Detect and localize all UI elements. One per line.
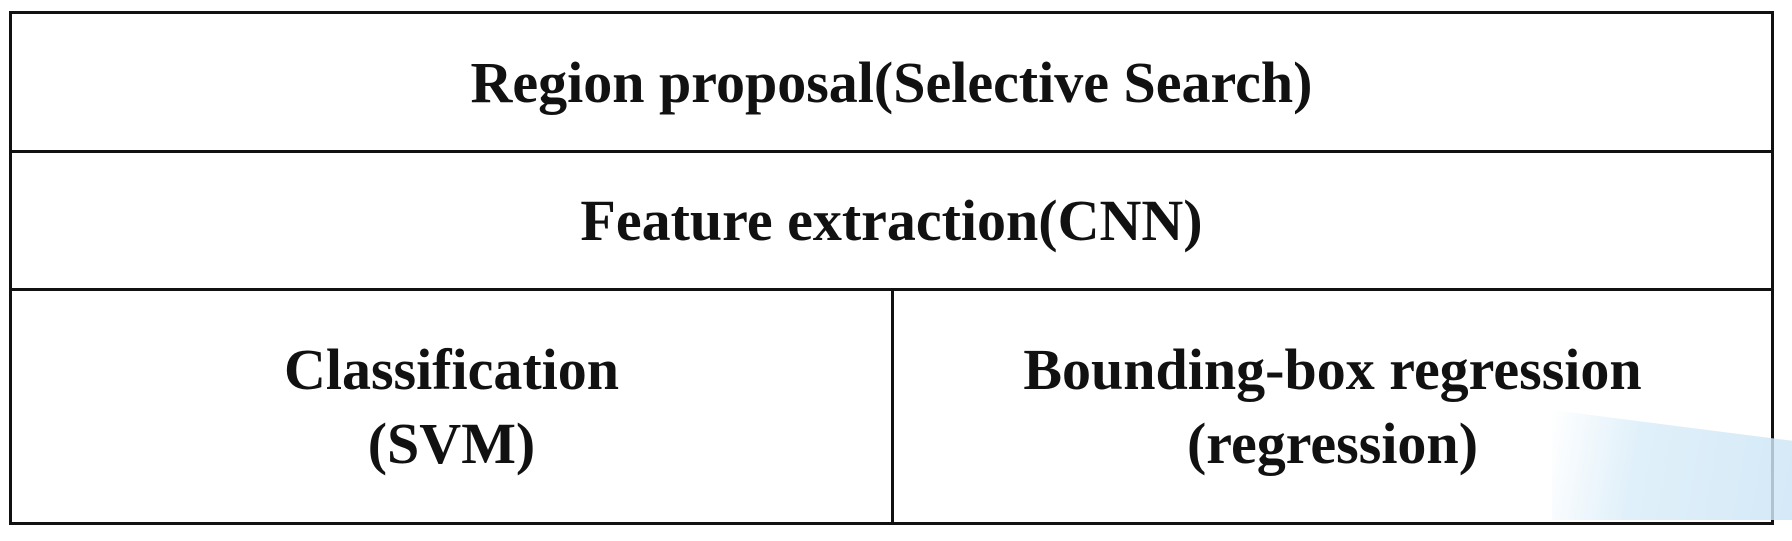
bbox-regression-method: (regression) — [1186, 410, 1479, 476]
feature-extraction-row: Feature extraction(CNN) — [12, 153, 1771, 291]
bbox-regression-title: Bounding-box regression — [1023, 336, 1642, 402]
region-proposal-label: Region proposal(Selective Search) — [470, 49, 1313, 115]
classification-cell: Classification (SVM) — [12, 291, 894, 522]
feature-extraction-label: Feature extraction(CNN) — [580, 188, 1203, 253]
region-proposal-row: Region proposal(Selective Search) — [12, 14, 1771, 153]
classification-title: Classification — [283, 336, 620, 402]
classification-method: (SVM) — [367, 410, 536, 476]
output-heads-row: Classification (SVM) Bounding-box regres… — [12, 291, 1771, 522]
rcnn-pipeline-table: Region proposal(Selective Search) Featur… — [9, 11, 1774, 525]
bbox-regression-cell: Bounding-box regression (regression) — [894, 291, 1771, 522]
